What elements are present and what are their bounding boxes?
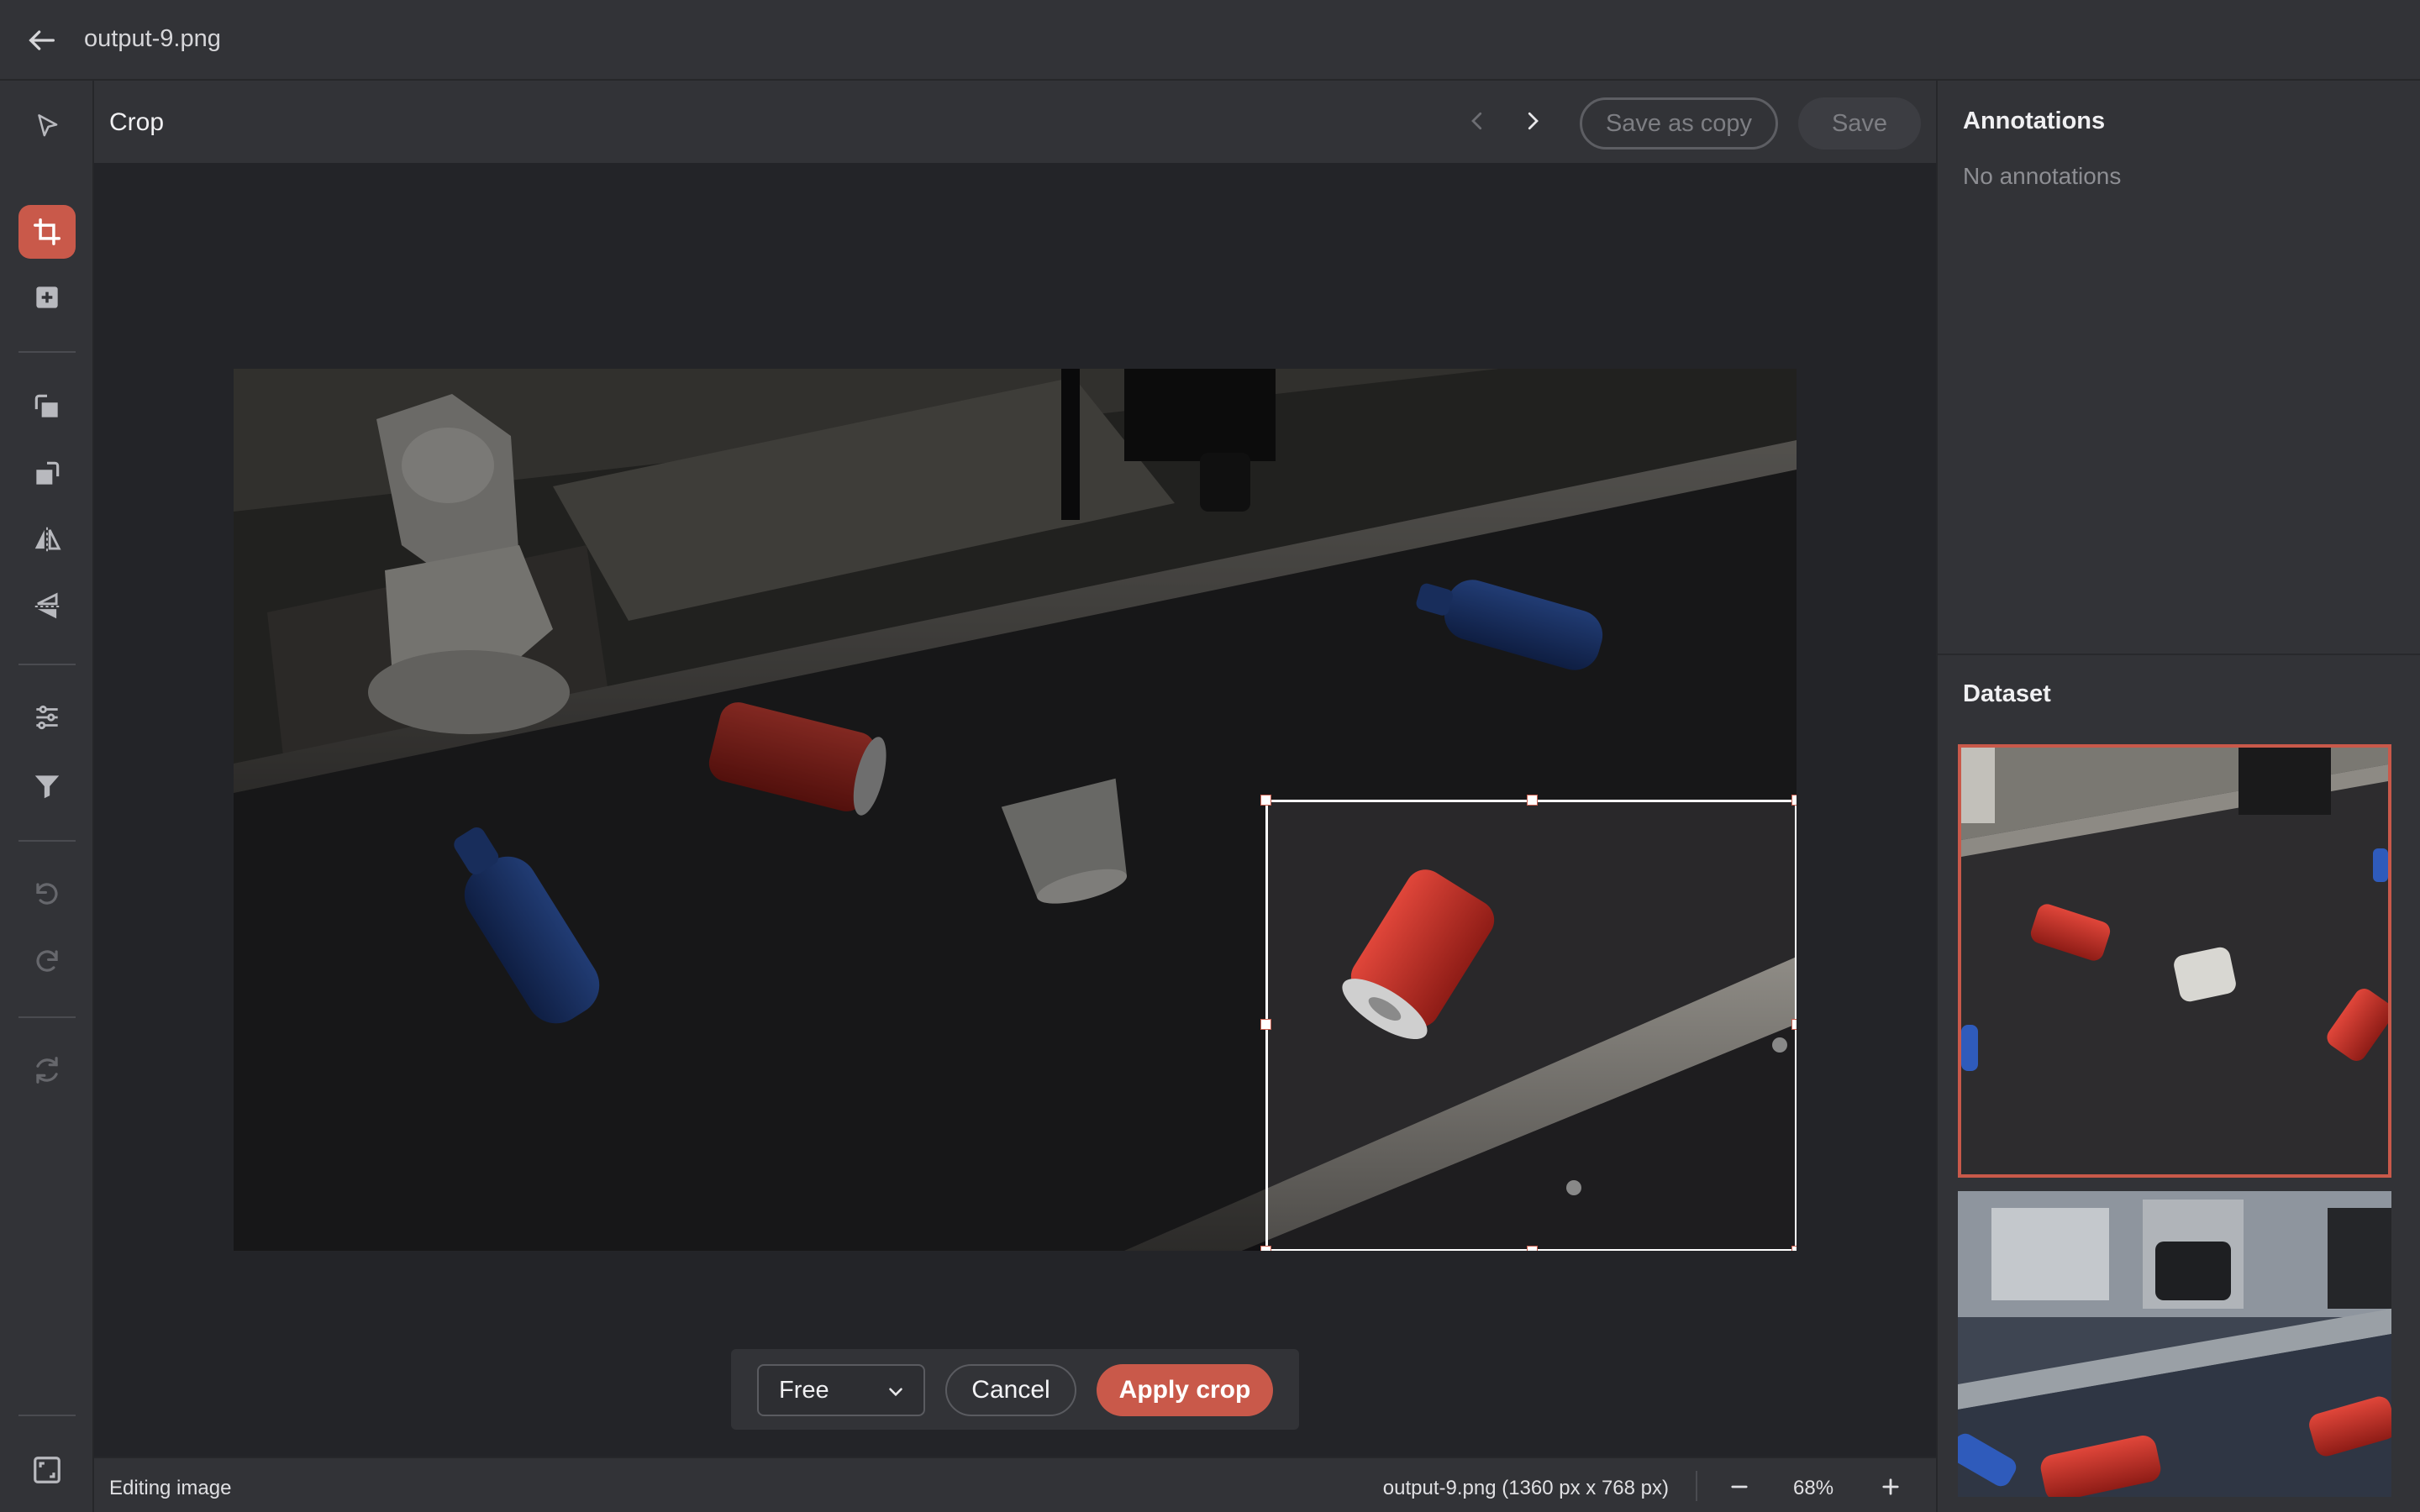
sliders-icon xyxy=(36,705,58,730)
crop-controls: Free Cancel Apply crop xyxy=(731,1349,1299,1430)
status-divider xyxy=(1696,1471,1697,1501)
chevron-left-icon xyxy=(1471,112,1482,130)
fullscreen-button[interactable] xyxy=(18,1443,76,1497)
apply-crop-button[interactable]: Apply crop xyxy=(1097,1364,1273,1416)
minus-icon xyxy=(1731,1485,1748,1488)
zoom-level: 68% xyxy=(1793,1477,1834,1499)
select-tool-button[interactable] xyxy=(18,99,76,153)
filter-button[interactable] xyxy=(18,759,76,813)
toolbar-divider xyxy=(18,351,76,353)
image-info: output-9.png (1360 px x 768 px) xyxy=(1382,1477,1669,1499)
cancel-crop-button[interactable]: Cancel xyxy=(945,1364,1076,1416)
toolbar-divider xyxy=(18,1415,76,1416)
rotate-right-icon xyxy=(36,461,60,485)
dataset-thumbnail-selected[interactable] xyxy=(1958,744,2391,1178)
save-as-copy-button[interactable]: Save as copy xyxy=(1580,97,1778,150)
save-button[interactable]: Save xyxy=(1798,97,1921,150)
flip-vertical-icon xyxy=(34,592,60,619)
annotations-title: Annotations xyxy=(1963,108,2106,134)
flip-vertical-button[interactable] xyxy=(18,580,76,633)
add-annotation-button[interactable] xyxy=(18,270,76,324)
rotate-left-button[interactable] xyxy=(18,380,76,433)
mode-title: Crop xyxy=(109,108,165,136)
status-bar: Editing image output-9.png (1360 px x 76… xyxy=(94,1457,1936,1512)
zoom-in-button[interactable] xyxy=(1874,1470,1907,1504)
crop-handle-top-left[interactable] xyxy=(1260,795,1271,806)
redo-button[interactable] xyxy=(18,934,76,988)
image-canvas[interactable] xyxy=(94,163,1936,1457)
left-toolbar xyxy=(0,81,94,1512)
crop-handle-right[interactable] xyxy=(1791,1019,1797,1030)
reset-button[interactable] xyxy=(18,1043,76,1097)
crop-tool-button[interactable] xyxy=(18,205,76,259)
rotate-left-icon xyxy=(34,394,58,417)
arrow-left-icon xyxy=(29,30,55,50)
previous-image-button[interactable] xyxy=(1459,102,1496,139)
rotate-right-button[interactable] xyxy=(18,447,76,501)
aspect-ratio-select[interactable]: Free xyxy=(757,1364,925,1416)
adjustments-button[interactable] xyxy=(18,690,76,744)
crop-handle-bottom[interactable] xyxy=(1527,1246,1538,1251)
crop-icon xyxy=(34,218,60,245)
annotations-empty-text: No annotations xyxy=(1963,163,2122,189)
status-text: Editing image xyxy=(109,1477,232,1499)
aspect-ratio-value: Free xyxy=(779,1376,829,1404)
flip-horizontal-icon xyxy=(34,527,61,552)
crop-handle-bottom-left[interactable] xyxy=(1260,1246,1271,1251)
dataset-title: Dataset xyxy=(1963,680,2051,707)
refresh-icon xyxy=(36,1057,58,1084)
plus-square-icon xyxy=(36,286,58,308)
crop-handle-top[interactable] xyxy=(1527,795,1538,806)
chevron-right-icon xyxy=(1528,112,1539,130)
fullscreen-icon xyxy=(34,1457,60,1483)
back-button[interactable] xyxy=(24,22,60,59)
plus-icon xyxy=(1882,1478,1899,1495)
toolbar-divider xyxy=(18,664,76,665)
zoom-out-button[interactable] xyxy=(1723,1470,1756,1504)
next-image-button[interactable] xyxy=(1514,102,1551,139)
undo-button[interactable] xyxy=(18,867,76,921)
dataset-thumbnail[interactable] xyxy=(1958,1191,2391,1497)
filter-icon xyxy=(34,775,60,799)
flip-horizontal-button[interactable] xyxy=(18,512,76,566)
redo-icon xyxy=(36,950,58,972)
crop-handle-left[interactable] xyxy=(1260,1019,1271,1030)
crop-handle-top-right[interactable] xyxy=(1791,795,1797,806)
chevron-down-icon xyxy=(889,1388,902,1397)
panel-divider xyxy=(1938,654,2420,655)
toolbar-divider xyxy=(18,840,76,842)
top-bar: output-9.png xyxy=(0,0,2420,81)
crop-selection[interactable] xyxy=(1260,795,1797,1251)
thumbnail-image xyxy=(1958,1191,2391,1497)
right-panel: Annotations No annotations Dataset xyxy=(1936,81,2420,1512)
toolbar-divider xyxy=(18,1016,76,1018)
editor-header: Crop Save as copy Save xyxy=(94,81,1936,163)
undo-icon xyxy=(36,883,58,905)
crop-handle-bottom-right[interactable] xyxy=(1791,1246,1797,1251)
thumbnail-image xyxy=(1961,748,2388,1174)
pointer-icon xyxy=(38,114,58,137)
file-title: output-9.png xyxy=(84,25,221,52)
image-preview xyxy=(234,369,1797,1251)
